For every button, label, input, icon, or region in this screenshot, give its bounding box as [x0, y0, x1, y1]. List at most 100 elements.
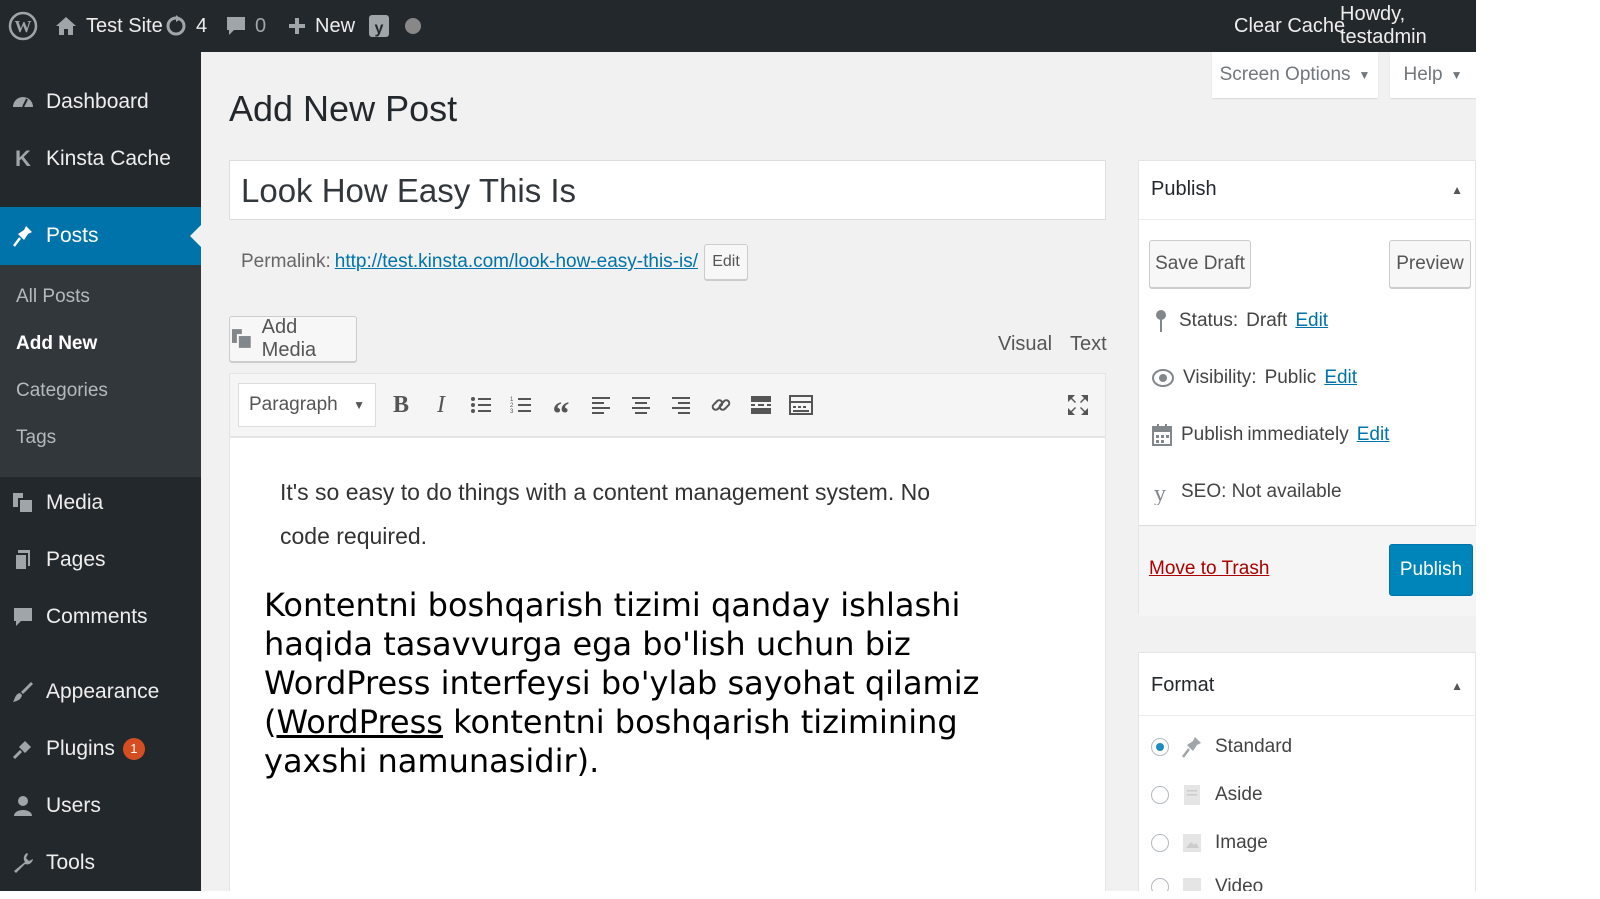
sidebar-item-label: Users	[46, 794, 101, 817]
help-button[interactable]: Help ▼	[1390, 52, 1476, 98]
status-label: Status:	[1179, 310, 1239, 331]
format-option-image[interactable]: Image	[1151, 831, 1268, 855]
paintbrush-icon	[0, 680, 46, 704]
svg-text:3: 3	[510, 409, 514, 415]
clear-cache-link[interactable]: Clear Cache	[1234, 0, 1345, 52]
media-icon	[0, 491, 46, 515]
add-media-label: Add Media	[261, 316, 317, 361]
submenu-tags[interactable]: Tags	[16, 427, 56, 449]
status-value: Draft	[1246, 310, 1288, 331]
post-title-input[interactable]: Look How Easy This Is	[229, 160, 1106, 220]
sidebar-item-label: Plugins	[46, 737, 115, 760]
plug-icon	[0, 737, 46, 761]
permalink-row: Permalink: http://test.kinsta.com/look-h…	[241, 244, 748, 280]
sidebar-item-posts[interactable]: Posts	[0, 207, 201, 265]
yoast-seo-menu[interactable]: y	[367, 0, 421, 52]
permalink-url-link[interactable]: http://test.kinsta.com/look-how-easy-thi…	[335, 251, 698, 273]
format-option-video[interactable]: Video	[1151, 875, 1263, 891]
format-option-aside[interactable]: Aside	[1151, 783, 1263, 807]
updates-link[interactable]: 4	[164, 0, 207, 52]
schedule-edit-link[interactable]: Edit	[1357, 424, 1390, 446]
wordpress-link[interactable]: WordPress	[276, 703, 442, 741]
visibility-row: Visibility: Public Edit	[1151, 366, 1357, 390]
collapse-triangle-icon[interactable]: ▲	[1451, 679, 1463, 693]
fullscreen-icon[interactable]	[1063, 390, 1093, 420]
save-draft-button[interactable]: Save Draft	[1149, 240, 1251, 288]
editor-content-area[interactable]: It's so easy to do things with a content…	[229, 437, 1106, 891]
toolbar-toggle-icon[interactable]	[786, 390, 816, 420]
video-icon	[1183, 878, 1201, 891]
wp-admin-frame: W Test Site 4 0 New y Clear Cache Howdy,…	[0, 0, 1476, 891]
sidebar-item-label: Comments	[46, 605, 148, 628]
add-media-button[interactable]: Add Media	[229, 316, 357, 362]
yoast-icon: y	[369, 15, 389, 37]
status-edit-link[interactable]: Edit	[1295, 310, 1328, 332]
sidebar-item-users[interactable]: Users	[0, 782, 201, 830]
sidebar-item-appearance[interactable]: Appearance	[0, 668, 201, 716]
publish-button[interactable]: Publish	[1389, 544, 1473, 596]
sidebar-item-dashboard[interactable]: Dashboard	[0, 78, 201, 126]
submenu-add-new[interactable]: Add New	[16, 333, 97, 355]
italic-icon[interactable]: I	[426, 390, 456, 420]
move-to-trash-link[interactable]: Move to Trash	[1149, 558, 1269, 580]
sidebar-item-plugins[interactable]: Plugins 1	[0, 725, 201, 773]
divider	[1139, 715, 1476, 716]
svg-text:W: W	[15, 17, 32, 36]
sidebar-item-pages[interactable]: Pages	[0, 536, 201, 584]
link-icon[interactable]	[706, 390, 736, 420]
kinsta-k-icon: K	[15, 146, 31, 171]
publish-box: Publish ▲ Save Draft Preview Status: Dra…	[1138, 160, 1476, 616]
sidebar-item-label: Pages	[46, 548, 106, 571]
screen-options-label: Screen Options	[1219, 64, 1351, 85]
site-name: Test Site	[86, 14, 163, 37]
sidebar-item-label: Tools	[46, 851, 96, 874]
wp-logo-icon[interactable]: W	[8, 0, 38, 52]
page-title: Add New Post	[229, 88, 458, 129]
status-row: Status: Draft Edit	[1151, 308, 1328, 334]
visibility-label: Visibility:	[1183, 367, 1257, 388]
permalink-edit-button[interactable]: Edit	[704, 244, 748, 280]
radio-button[interactable]	[1151, 786, 1169, 804]
submenu-categories[interactable]: Categories	[16, 380, 108, 402]
tab-visual[interactable]: Visual	[998, 333, 1052, 356]
radio-button[interactable]	[1151, 878, 1169, 891]
radio-button[interactable]	[1151, 834, 1169, 852]
blockquote-icon[interactable]: “	[546, 390, 576, 433]
preview-button[interactable]: Preview	[1389, 240, 1471, 288]
seo-status-dot-icon	[405, 18, 421, 34]
eye-icon	[1152, 369, 1174, 387]
bold-icon[interactable]: B	[386, 390, 416, 420]
clear-cache-label: Clear Cache	[1234, 14, 1346, 37]
pushpin-icon	[1182, 737, 1201, 758]
tab-text[interactable]: Text	[1070, 333, 1107, 356]
format-select[interactable]: Paragraph ▼	[238, 383, 376, 427]
my-account-link[interactable]: Howdy, testadmin	[1340, 0, 1476, 52]
sidebar-item-tools[interactable]: Tools	[0, 839, 201, 887]
align-right-icon[interactable]	[666, 390, 696, 420]
sidebar-item-media[interactable]: Media	[0, 479, 201, 527]
triangle-down-icon: ▼	[1450, 68, 1463, 82]
submenu-all-posts[interactable]: All Posts	[16, 286, 90, 308]
read-more-icon[interactable]	[746, 390, 776, 420]
align-center-icon[interactable]	[626, 390, 656, 420]
site-name-link[interactable]: Test Site	[54, 0, 163, 52]
sidebar-item-comments[interactable]: Comments	[0, 593, 201, 641]
format-option-standard[interactable]: Standard	[1151, 735, 1292, 759]
numbered-list-icon[interactable]: 123	[506, 390, 536, 420]
collapse-triangle-icon[interactable]: ▲	[1451, 183, 1463, 197]
dashboard-icon	[0, 91, 46, 113]
seo-status: SEO: Not available	[1181, 481, 1342, 502]
screen-options-button[interactable]: Screen Options ▼	[1212, 52, 1378, 98]
sidebar-item-kinsta-cache[interactable]: K Kinsta Cache	[0, 135, 201, 183]
new-content-link[interactable]: New	[287, 0, 355, 52]
radio-button[interactable]	[1151, 738, 1169, 756]
format-option-label: Image	[1215, 832, 1268, 853]
bulleted-list-icon[interactable]	[466, 390, 496, 420]
editor-paragraph-2: Kontentni boshqarish tizimi qanday ishla…	[264, 586, 994, 781]
help-label: Help	[1403, 64, 1443, 85]
comments-link[interactable]: 0	[225, 0, 266, 52]
comments-count: 0	[255, 14, 267, 37]
align-left-icon[interactable]	[586, 390, 616, 420]
pages-icon	[0, 548, 46, 572]
visibility-edit-link[interactable]: Edit	[1324, 367, 1357, 389]
